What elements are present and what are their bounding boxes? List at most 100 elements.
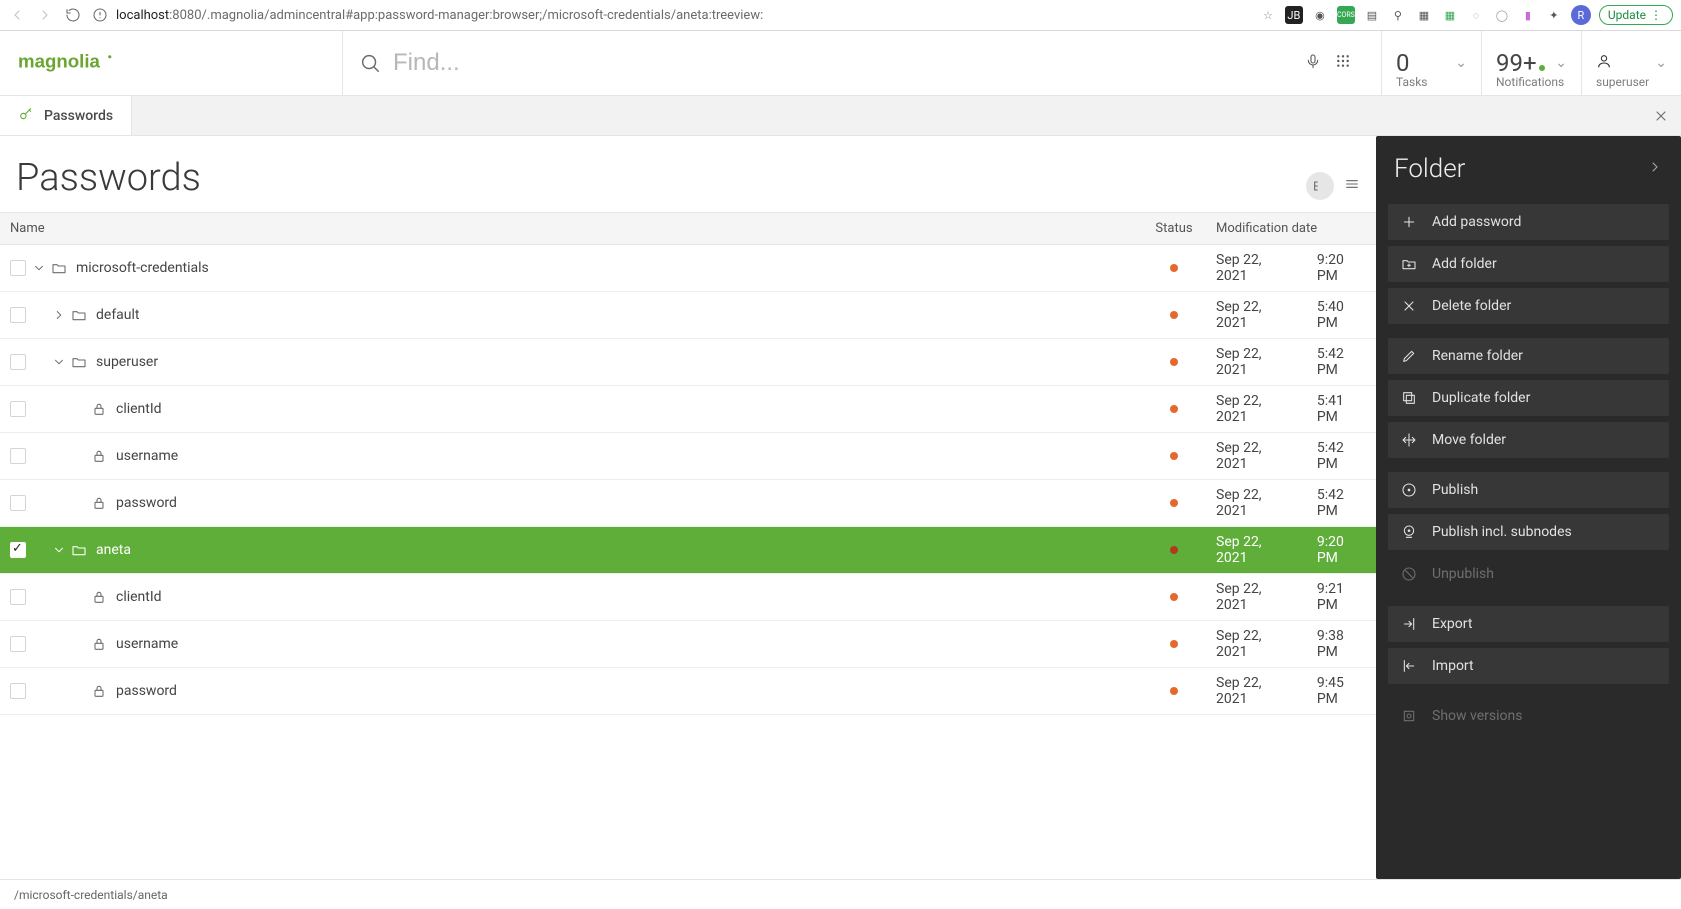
table-row[interactable]: clientIdSep 22, 20219:21 PM <box>0 574 1376 621</box>
x-icon <box>1400 298 1418 314</box>
row-checkbox[interactable] <box>10 401 26 417</box>
extension-icon[interactable]: ▦ <box>1415 6 1433 24</box>
cors-icon[interactable]: CORS <box>1337 6 1355 24</box>
apps-grid-icon[interactable] <box>1335 53 1351 73</box>
bookmark-star-icon[interactable]: ☆ <box>1259 6 1277 24</box>
extension-icon[interactable]: ▤ <box>1363 6 1381 24</box>
search-input[interactable] <box>393 49 1293 77</box>
table-row[interactable]: anetaSep 22, 20219:20 PM <box>0 527 1376 574</box>
action-publish-incl-subnodes[interactable]: Publish incl. subnodes <box>1388 514 1669 550</box>
notifications-panel[interactable]: 99+ Notifications ⌄ <box>1481 31 1581 95</box>
row-name: superuser <box>96 354 158 370</box>
column-header-status[interactable]: Status <box>1142 213 1206 245</box>
row-time: 5:41 PM <box>1317 393 1366 425</box>
folder-icon <box>50 260 68 276</box>
action-label: Delete folder <box>1432 298 1511 314</box>
row-checkbox[interactable] <box>10 636 26 652</box>
reload-icon[interactable] <box>64 6 82 24</box>
url-host: localhost <box>116 8 169 23</box>
column-header-date[interactable]: Modification date <box>1206 213 1376 245</box>
action-label: Publish incl. subnodes <box>1432 524 1572 540</box>
row-checkbox[interactable] <box>10 307 26 323</box>
lock-icon <box>90 636 108 652</box>
row-date: Sep 22, 2021 <box>1216 534 1293 566</box>
user-panel[interactable]: superuser ⌄ <box>1581 31 1681 95</box>
row-checkbox[interactable] <box>10 354 26 370</box>
versions-icon <box>1400 708 1418 724</box>
lock-icon <box>90 448 108 464</box>
user-icon <box>1596 53 1612 73</box>
extension-icon[interactable]: JB <box>1285 6 1303 24</box>
chevron-down-icon[interactable] <box>32 260 46 276</box>
find-bar[interactable] <box>342 31 1381 95</box>
column-header-name[interactable]: Name <box>0 213 1142 245</box>
action-publish[interactable]: Publish <box>1388 472 1669 508</box>
table-row[interactable]: usernameSep 22, 20219:38 PM <box>0 621 1376 668</box>
action-delete-folder[interactable]: Delete folder <box>1388 288 1669 324</box>
chevron-right-icon[interactable] <box>1647 159 1663 179</box>
status-dot-icon <box>1170 499 1178 507</box>
extensions-puzzle-icon[interactable]: ✦ <box>1545 6 1563 24</box>
row-time: 9:20 PM <box>1317 252 1366 284</box>
close-tab-button[interactable] <box>1641 96 1681 135</box>
browser-action-icons: ☆ JB ◉ CORS ▤ ⚲ ▦ ▦ ◌ ◯ ▮ ✦ R Update ⋮ <box>1259 5 1673 25</box>
actions-side-panel: Folder Add passwordAdd folderDelete fold… <box>1376 136 1681 879</box>
lock-icon <box>90 401 108 417</box>
chevron-down-icon: ⌄ <box>1655 55 1667 71</box>
extension-icon[interactable]: ▮ <box>1519 6 1537 24</box>
action-export[interactable]: Export <box>1388 606 1669 642</box>
row-time: 5:42 PM <box>1317 440 1366 472</box>
action-duplicate-folder[interactable]: Duplicate folder <box>1388 380 1669 416</box>
url-path: :8080/.magnolia/admincentral#app:passwor… <box>169 8 763 23</box>
row-checkbox[interactable] <box>10 495 26 511</box>
tree-view-toggle[interactable] <box>1306 172 1334 200</box>
row-checkbox[interactable] <box>10 260 26 276</box>
action-label: Unpublish <box>1432 566 1494 582</box>
action-add-password[interactable]: Add password <box>1388 204 1669 240</box>
profile-avatar[interactable]: R <box>1571 5 1591 25</box>
status-dot-icon <box>1170 546 1178 554</box>
nav-back-icon[interactable] <box>8 6 26 24</box>
row-name: microsoft-credentials <box>76 260 209 276</box>
row-checkbox[interactable] <box>10 683 26 699</box>
row-name: default <box>96 307 140 323</box>
list-view-toggle[interactable] <box>1344 176 1360 196</box>
row-checkbox[interactable] <box>10 589 26 605</box>
row-date: Sep 22, 2021 <box>1216 252 1293 284</box>
chevron-right-icon[interactable] <box>52 307 66 323</box>
tasks-panel[interactable]: 0 Tasks ⌄ <box>1381 31 1481 95</box>
extension-icon[interactable]: ▦ <box>1441 6 1459 24</box>
row-checkbox[interactable] <box>10 448 26 464</box>
row-time: 9:45 PM <box>1317 675 1366 707</box>
action-rename-folder[interactable]: Rename folder <box>1388 338 1669 374</box>
menu-dots-icon: ⋮ <box>1650 8 1662 22</box>
extension-icon[interactable]: ◯ <box>1493 6 1511 24</box>
update-button[interactable]: Update ⋮ <box>1599 5 1673 25</box>
action-move-folder[interactable]: Move folder <box>1388 422 1669 458</box>
nav-forward-icon[interactable] <box>36 6 54 24</box>
table-row[interactable]: superuserSep 22, 20215:42 PM <box>0 339 1376 386</box>
chevron-down-icon[interactable] <box>52 354 66 370</box>
action-import[interactable]: Import <box>1388 648 1669 684</box>
voice-icon[interactable] <box>1305 53 1321 73</box>
browser-toolbar: localhost:8080/.magnolia/admincentral#ap… <box>0 0 1681 31</box>
row-date: Sep 22, 2021 <box>1216 299 1293 331</box>
row-checkbox[interactable] <box>10 542 26 558</box>
action-add-folder[interactable]: Add folder <box>1388 246 1669 282</box>
breadcrumb-path: /microsoft-credentials/aneta <box>14 888 168 902</box>
table-row[interactable]: defaultSep 22, 20215:40 PM <box>0 292 1376 339</box>
import-icon <box>1400 658 1418 674</box>
table-row[interactable]: microsoft-credentials Sep 22, 2021 9:20 PM <box>0 245 1376 292</box>
tab-passwords[interactable]: Passwords <box>0 96 132 135</box>
table-row[interactable]: usernameSep 22, 20215:42 PM <box>0 433 1376 480</box>
row-date: Sep 22, 2021 <box>1216 346 1293 378</box>
table-row[interactable]: passwordSep 22, 20219:45 PM <box>0 668 1376 715</box>
table-row[interactable]: passwordSep 22, 20215:42 PM <box>0 480 1376 527</box>
extension-icon[interactable]: ◌ <box>1467 6 1485 24</box>
address-bar[interactable]: localhost:8080/.magnolia/admincentral#ap… <box>92 7 1243 23</box>
camera-icon[interactable]: ◉ <box>1311 6 1329 24</box>
extension-icon[interactable]: ⚲ <box>1389 6 1407 24</box>
table-row[interactable]: clientIdSep 22, 20215:41 PM <box>0 386 1376 433</box>
chevron-down-icon[interactable] <box>52 542 66 558</box>
magnolia-logo[interactable]: magnolia <box>0 31 342 95</box>
